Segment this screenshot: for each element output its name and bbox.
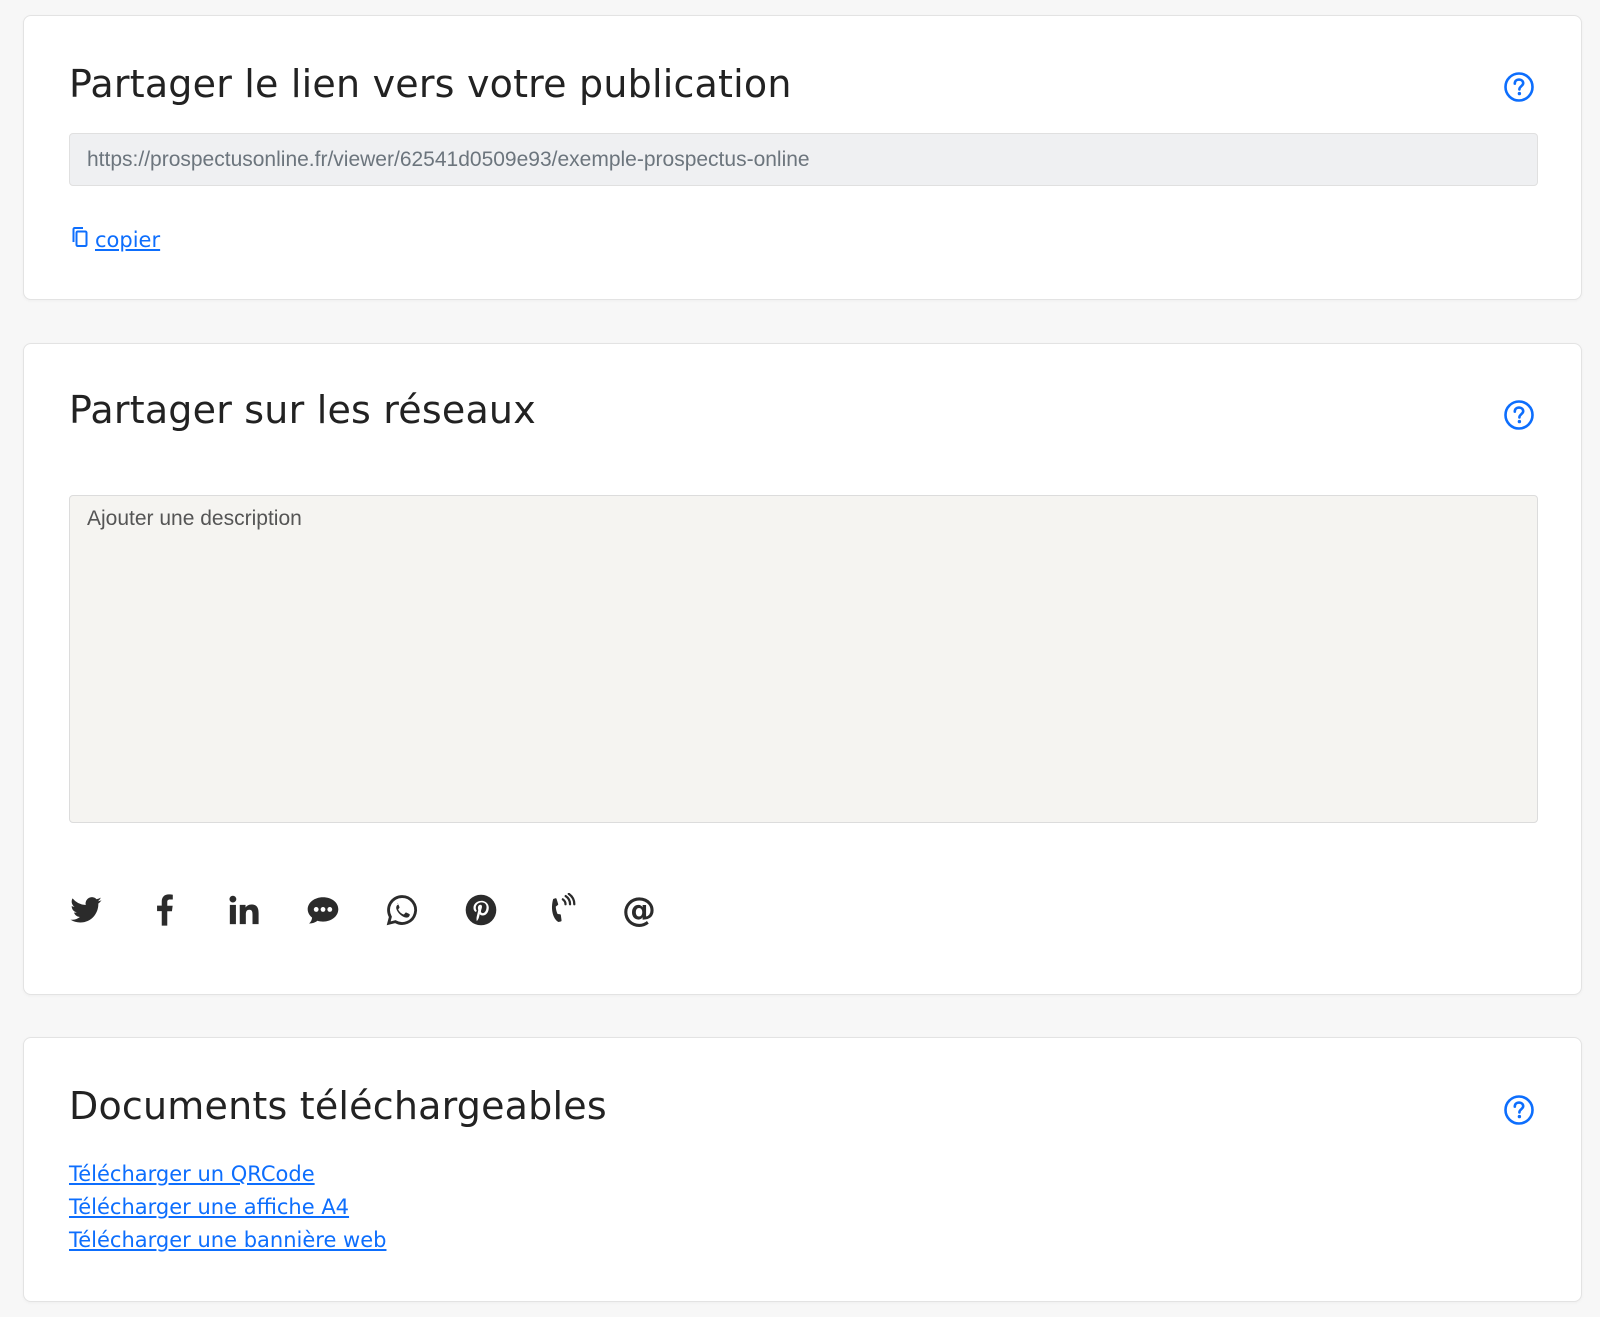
description-textarea[interactable] (69, 495, 1538, 823)
pinterest-icon[interactable] (464, 893, 498, 927)
call-icon[interactable] (543, 893, 577, 927)
help-icon[interactable] (1503, 71, 1535, 103)
share-url-field[interactable] (69, 133, 1538, 186)
documents-title: Documents téléchargeables (69, 1084, 607, 1128)
sms-icon[interactable] (306, 893, 340, 927)
help-icon[interactable] (1503, 1094, 1535, 1126)
share-link-card: Partager le lien vers votre publication … (23, 15, 1582, 300)
facebook-icon[interactable] (148, 893, 182, 927)
email-icon[interactable]: @ (622, 893, 656, 927)
whatsapp-icon[interactable] (385, 893, 419, 927)
social-share-buttons: @ (69, 893, 701, 927)
documents-card: Documents téléchargeables Télécharger un… (23, 1037, 1582, 1302)
download-links: Télécharger un QRCode Télécharger une af… (69, 1158, 386, 1257)
copy-icon (69, 226, 89, 253)
copy-link[interactable]: copier (69, 226, 160, 253)
help-icon[interactable] (1503, 399, 1535, 431)
download-qrcode-link[interactable]: Télécharger un QRCode (69, 1158, 386, 1191)
share-link-title: Partager le lien vers votre publication (69, 62, 792, 106)
download-a4-poster-link[interactable]: Télécharger une affiche A4 (69, 1191, 386, 1224)
copy-label: copier (95, 227, 161, 252)
linkedin-icon[interactable] (227, 893, 261, 927)
share-social-card: Partager sur les réseaux Ajouter une des… (23, 343, 1582, 995)
share-social-title: Partager sur les réseaux (69, 388, 536, 432)
download-web-banner-link[interactable]: Télécharger une bannière web (69, 1224, 386, 1257)
twitter-icon[interactable] (69, 893, 103, 927)
